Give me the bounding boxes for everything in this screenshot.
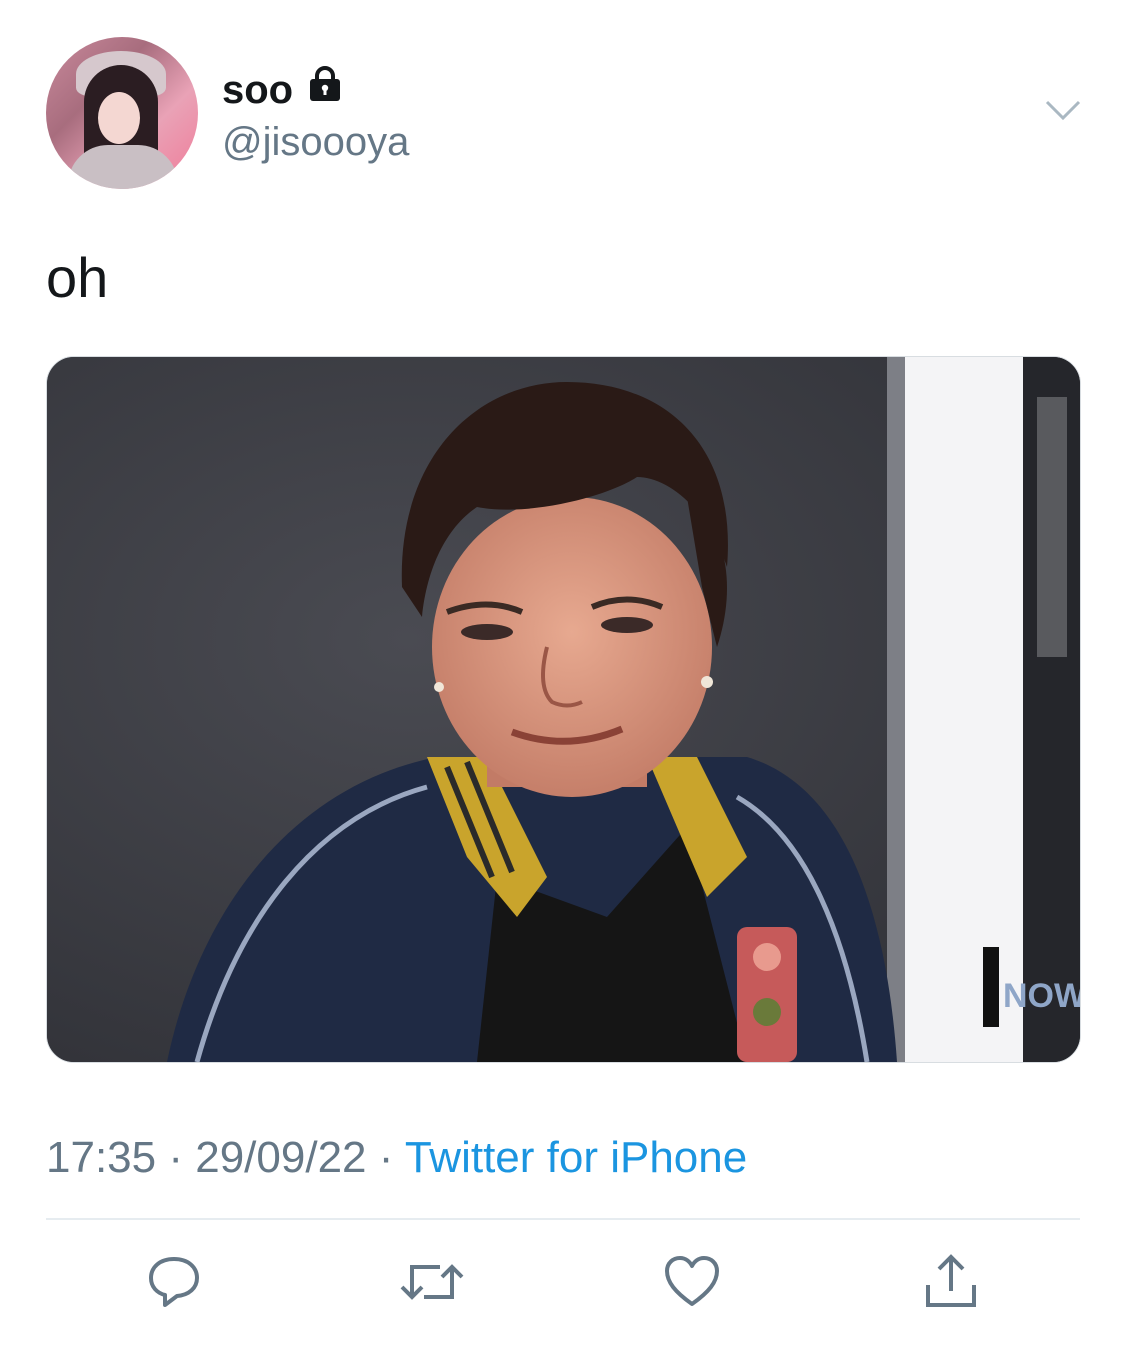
meta-separator: · <box>378 1133 394 1182</box>
meta-separator: · <box>168 1133 183 1182</box>
user-handle[interactable]: @jisoooya <box>222 118 409 166</box>
retweet-icon <box>400 1253 464 1316</box>
display-name[interactable]: soo <box>222 66 293 114</box>
avatar-face <box>98 92 140 144</box>
lock-icon <box>305 64 345 115</box>
reply-icon <box>145 1253 203 1316</box>
tweet-time: 17:35 <box>46 1133 157 1182</box>
tweet-media-image[interactable]: NOW <box>46 356 1081 1063</box>
media-watermark: NOW <box>1003 977 1080 1015</box>
reply-button[interactable] <box>142 1252 206 1316</box>
tweet-source-link[interactable]: Twitter for iPhone <box>405 1133 747 1182</box>
avatar[interactable] <box>46 37 198 189</box>
like-button[interactable] <box>660 1252 724 1316</box>
tweet-meta: 17:35 · 29/09/22 · Twitter for iPhone <box>46 1132 747 1184</box>
avatar-sweater <box>68 145 178 189</box>
share-button[interactable] <box>919 1252 983 1316</box>
retweet-button[interactable] <box>400 1252 464 1316</box>
display-name-row[interactable]: soo <box>222 64 345 115</box>
chevron-down-icon[interactable] <box>1043 96 1083 126</box>
heart-icon <box>663 1254 721 1315</box>
share-icon <box>922 1253 980 1316</box>
tweet-date: 29/09/22 <box>195 1133 367 1182</box>
divider <box>46 1218 1080 1220</box>
tweet-text: oh <box>46 246 109 309</box>
